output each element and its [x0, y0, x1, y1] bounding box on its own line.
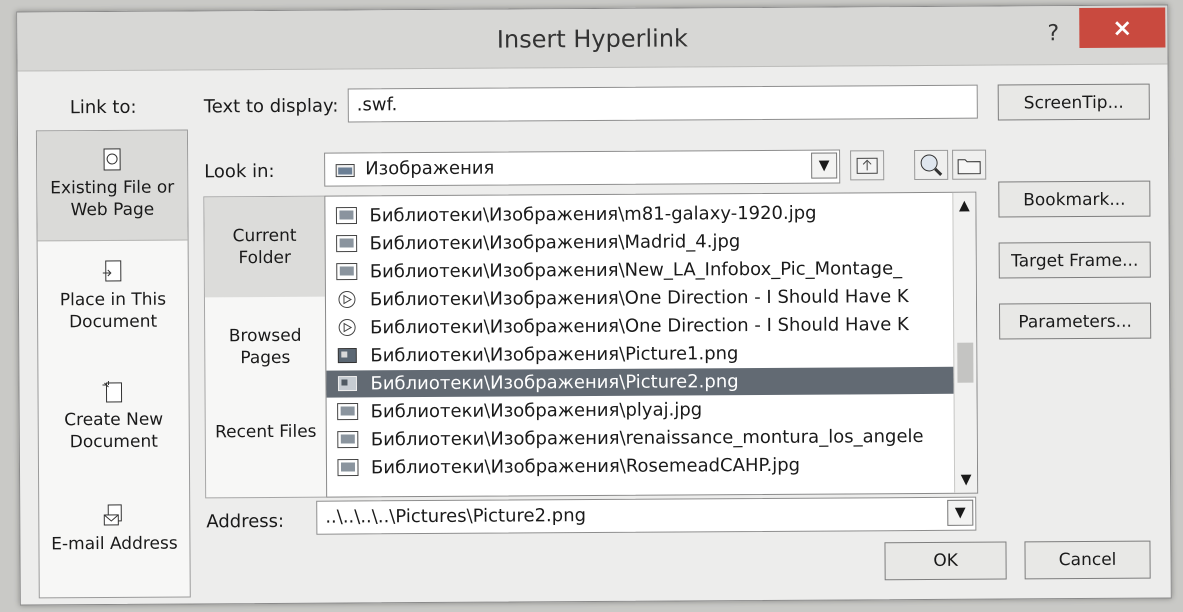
image-file-icon — [336, 262, 358, 281]
tab-current-folder[interactable]: Current Folder — [204, 196, 325, 298]
scroll-down-icon[interactable]: ▼ — [955, 469, 977, 491]
file-row[interactable]: Библиотеки\Изображения\m81-galaxy-1920.j… — [325, 199, 953, 230]
file-name: Библиотеки\Изображения\One Direction - I… — [370, 314, 909, 339]
file-name: Библиотеки\Изображения\Picture1.png — [370, 343, 739, 367]
parameters-button[interactable]: Parameters... — [998, 302, 1152, 340]
chevron-down-icon[interactable]: ▼ — [947, 499, 974, 526]
text-to-display-label: Text to display: — [203, 95, 339, 118]
file-name: Библиотеки\Изображения\New_LA_Infobox_Pi… — [369, 258, 903, 283]
cancel-button[interactable]: Cancel — [1024, 540, 1151, 580]
file-name: Библиотеки\Изображения\renaissance_montu… — [370, 425, 924, 451]
file-row[interactable]: Библиотеки\Изображения\One Direction - I… — [326, 311, 954, 342]
png-file-icon — [337, 347, 357, 364]
address-value: ..\..\..\..\Pictures\Picture2.png — [325, 505, 587, 528]
file-row[interactable]: Библиотеки\Изображения\RosemeadCAHP.jpg — [327, 451, 955, 482]
file-row[interactable]: Библиотеки\Изображения\One Direction - I… — [326, 283, 954, 314]
link-to-existing-file[interactable]: Existing File or Web Page — [36, 130, 188, 242]
link-to-panel: Existing File or Web Page Place in This … — [35, 129, 191, 599]
title-bar: Insert Hyperlink ? × — [17, 5, 1168, 72]
file-list[interactable]: Библиотеки\Изображения\m81-galaxy-1920.j… — [324, 191, 979, 498]
look-in-value: Изображения — [365, 157, 495, 180]
chevron-down-icon[interactable]: ▼ — [811, 152, 838, 179]
link-to-email-address[interactable]: E-mail Address — [39, 502, 189, 583]
file-name: Библиотеки\Изображения\Madrid_4.jpg — [369, 231, 741, 255]
link-to-place-in-document[interactable]: Place in This Document — [38, 258, 189, 349]
email-icon — [103, 504, 122, 526]
link-to-email-address-label: E-mail Address — [51, 533, 178, 555]
dialog-title: Insert Hyperlink — [496, 24, 688, 54]
image-file-icon — [337, 430, 359, 449]
file-row[interactable]: Библиотеки\Изображения\New_LA_Infobox_Pi… — [326, 255, 954, 286]
image-file-icon — [336, 234, 358, 253]
screentip-button[interactable]: ScreenTip... — [997, 83, 1150, 121]
ok-button[interactable]: OK — [884, 541, 1007, 581]
bookmark-button[interactable]: Bookmark... — [998, 180, 1151, 218]
file-row-selected[interactable]: Библиотеки\Изображения\Picture2.png — [326, 366, 955, 398]
help-button[interactable]: ? — [1035, 16, 1071, 52]
address-input[interactable]: ..\..\..\..\Pictures\Picture2.png ▼ — [316, 496, 977, 535]
browse-scope-tabs: Current Folder Browsed Pages Recent File… — [203, 195, 328, 499]
image-file-icon — [335, 206, 358, 225]
place-document-icon — [102, 260, 122, 282]
file-row[interactable]: Библиотеки\Изображения\renaissance_montu… — [327, 423, 955, 454]
browse-web-icon[interactable] — [914, 149, 949, 181]
insert-hyperlink-dialog: Insert Hyperlink ? × Link to: Existing F… — [16, 4, 1172, 606]
file-name: Библиотеки\Изображения\RosemeadCAHP.jpg — [370, 454, 801, 479]
file-row[interactable]: Библиотеки\Изображения\Picture1.png — [326, 339, 954, 370]
look-in-label: Look in: — [204, 160, 275, 183]
link-to-create-new-document[interactable]: Create New Document — [38, 378, 189, 469]
existing-file-icon — [103, 148, 121, 171]
file-list-scrollbar[interactable]: ▲ ▼ — [952, 192, 978, 493]
scroll-thumb[interactable] — [957, 342, 974, 383]
file-name: Библиотеки\Изображения\One Direction - I… — [369, 286, 909, 311]
link-to-create-new-document-label: Create New Document — [64, 409, 164, 453]
up-folder-icon[interactable] — [850, 150, 885, 181]
tab-current-folder-label: Current Folder — [232, 225, 297, 269]
file-name: Библиотеки\Изображения\plyaj.jpg — [370, 399, 703, 423]
close-button[interactable]: × — [1079, 7, 1166, 49]
link-to-existing-file-label: Existing File or Web Page — [50, 177, 175, 221]
media-file-icon — [338, 291, 356, 309]
address-label: Address: — [206, 510, 285, 533]
new-document-icon — [102, 380, 123, 403]
tab-recent-files-label: Recent Files — [214, 421, 317, 443]
image-file-icon — [337, 402, 359, 421]
file-row[interactable]: Библиотеки\Изображения\Madrid_4.jpg — [326, 227, 954, 258]
tab-recent-files[interactable]: Recent Files — [206, 407, 326, 488]
tab-browsed-pages-label: Browsed Pages — [228, 325, 302, 369]
file-name: Библиотеки\Изображения\m81-galaxy-1920.j… — [369, 202, 817, 227]
link-to-place-in-document-label: Place in This Document — [59, 289, 167, 333]
file-name: Библиотеки\Изображения\Picture2.png — [370, 371, 739, 395]
link-to-label: Link to: — [69, 96, 137, 119]
folder-icon — [335, 163, 355, 178]
target-frame-button[interactable]: Target Frame... — [998, 241, 1151, 279]
text-to-display-input[interactable]: .swf. — [347, 84, 978, 123]
png-file-icon — [337, 375, 358, 392]
image-file-icon — [337, 458, 359, 477]
look-in-dropdown[interactable]: Изображения ▼ — [324, 149, 841, 187]
tab-browsed-pages[interactable]: Browsed Pages — [205, 313, 325, 394]
media-file-icon — [338, 319, 356, 337]
file-row[interactable]: Библиотеки\Изображения\plyaj.jpg — [327, 395, 955, 426]
scroll-up-icon[interactable]: ▲ — [953, 195, 975, 217]
browse-file-icon[interactable] — [952, 149, 987, 180]
